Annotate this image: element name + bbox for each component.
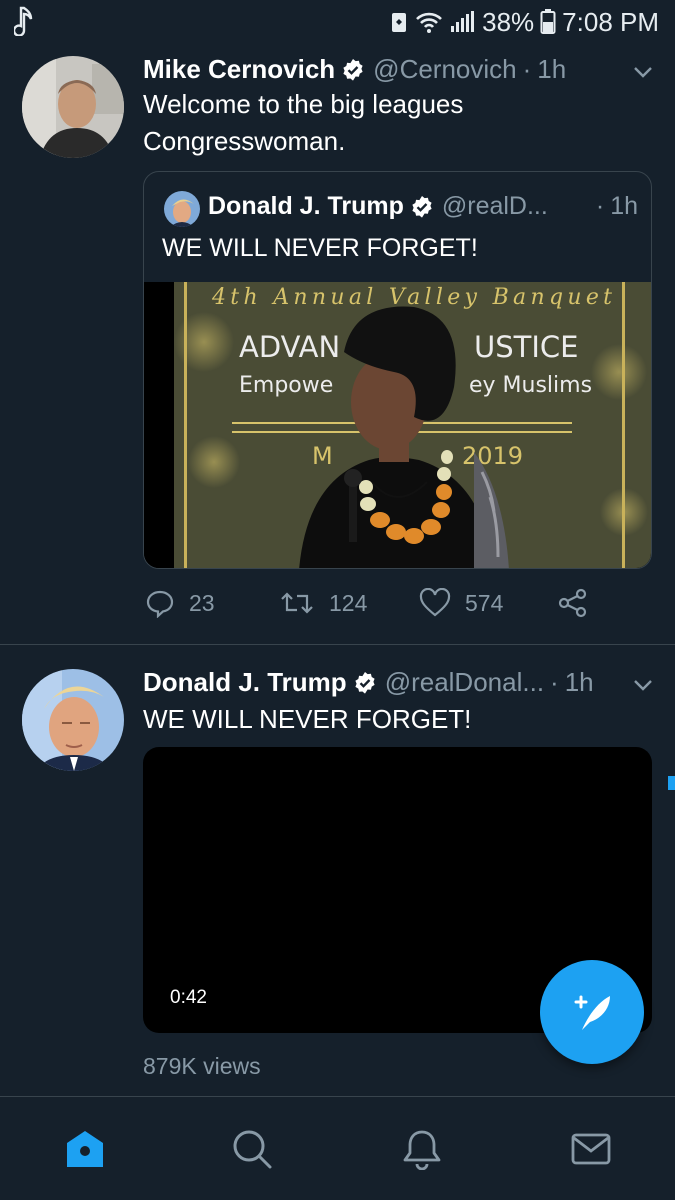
verified-badge-icon: [412, 195, 432, 218]
quoted-author-name: Donald J. Trump: [208, 192, 404, 220]
quoted-author-handle: @realD...: [441, 192, 548, 220]
notifications-icon: [403, 1130, 441, 1170]
tweet-cernovich[interactable]: Mike Cernovich @Cernovich · 1h Welcome t…: [0, 0, 675, 644]
compose-tweet-icon: [574, 995, 610, 1030]
author-handle[interactable]: @realDonal...: [385, 667, 544, 698]
avatar[interactable]: [22, 669, 124, 771]
video-duration: 0:42: [170, 987, 207, 1008]
quoted-avatar: [164, 191, 200, 227]
tweet-time: 1h: [537, 54, 567, 84]
retweet-icon: [281, 592, 313, 614]
chevron-down-icon[interactable]: [631, 60, 655, 84]
nav-messages[interactable]: [569, 1127, 613, 1171]
nav-notifications[interactable]: [400, 1127, 444, 1171]
headline-left-text: ADVAN: [239, 330, 340, 364]
tweet-text: WE WILL NEVER FORGET!: [143, 704, 472, 734]
chevron-down-icon[interactable]: [631, 673, 655, 697]
date-left-text: M: [312, 442, 333, 470]
reply-icon: [146, 590, 174, 618]
retweet-button[interactable]: 124: [279, 588, 367, 618]
nav-home[interactable]: [63, 1127, 107, 1171]
view-count: 879K views: [143, 1053, 261, 1079]
separator-dot: ·: [522, 54, 532, 84]
author-name[interactable]: Donald J. Trump: [143, 667, 347, 698]
date-right-text: 2019: [462, 442, 523, 470]
separator-dot: ·: [550, 667, 559, 697]
headline-right-text: USTICE: [474, 330, 578, 364]
like-button[interactable]: 574: [419, 588, 503, 618]
messages-icon: [571, 1133, 611, 1165]
tweet-text: Welcome to the big leagues Congresswoman…: [143, 89, 464, 156]
tweet-header: Mike Cernovich @Cernovich · 1h: [143, 54, 566, 85]
quoted-time: 1h: [610, 192, 638, 220]
tweet-actions: 23 124 574: [143, 588, 623, 628]
reply-count: 23: [189, 589, 215, 616]
reply-button[interactable]: 23: [145, 588, 215, 618]
author-handle[interactable]: @Cernovich: [373, 54, 516, 85]
search-icon: [233, 1130, 272, 1169]
tweet-time: 1h: [564, 667, 594, 697]
sub-right-text: ey Muslims: [469, 373, 592, 398]
heart-icon: [419, 588, 451, 617]
scroll-indicator: [668, 776, 675, 790]
tweet-header: Donald J. Trump @realDonal... · 1h: [143, 667, 594, 698]
quoted-tweet[interactable]: Donald J. Trump @realD... · 1h WE WILL NE…: [143, 171, 652, 569]
retweet-count: 124: [329, 589, 368, 616]
quoted-header: Donald J. Trump @realD... · 1h: [208, 192, 638, 221]
home-icon: [67, 1131, 103, 1167]
verified-badge-icon: [343, 58, 363, 81]
quoted-text: WE WILL NEVER FORGET!: [162, 234, 478, 262]
nav-search[interactable]: [230, 1127, 274, 1171]
avatar[interactable]: [22, 56, 124, 158]
compose-tweet-button[interactable]: [540, 960, 644, 1064]
sub-left-text: Empowe: [239, 373, 333, 398]
bottom-navigation: [0, 1096, 675, 1200]
share-icon: [558, 588, 587, 618]
separator-dot: ·: [595, 192, 605, 220]
verified-badge-icon: [355, 671, 375, 694]
like-count: 574: [465, 589, 504, 616]
share-button[interactable]: [557, 588, 589, 618]
quoted-media-image[interactable]: 4th Annual Valley Banquet ADVAN USTICE E…: [144, 282, 651, 568]
author-name[interactable]: Mike Cernovich: [143, 54, 335, 85]
quoted-time-wrap: · 1h: [596, 192, 638, 221]
